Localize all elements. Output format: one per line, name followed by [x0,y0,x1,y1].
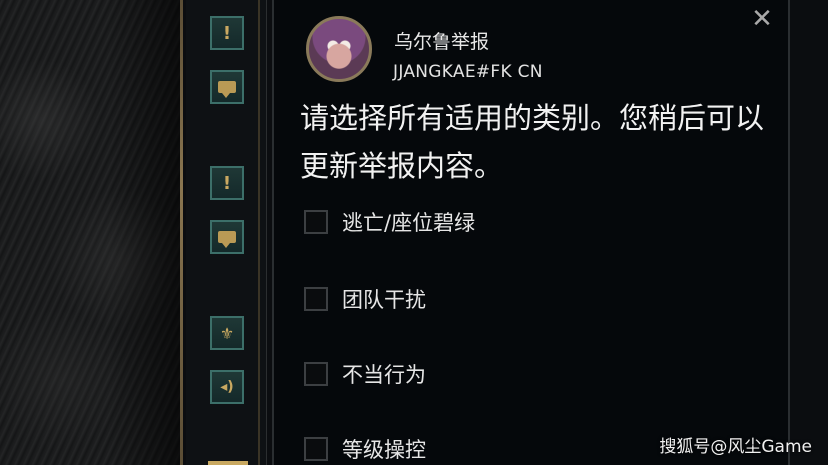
player-avatar [306,16,372,82]
report-button-2[interactable]: ! [210,166,244,200]
checkbox[interactable] [304,437,328,461]
checkbox[interactable] [304,287,328,311]
option-label: 等级操控 [342,438,426,462]
chat-button-1[interactable] [210,70,244,104]
chat-button-2[interactable] [210,220,244,254]
chat-bubble-icon [218,81,236,98]
report-dialog: 乌尔鲁举报 JJANGKAE#FK CN ✕ 请选择所有适用的类别。您稍后可以更… [272,0,790,465]
option-label: 团队干扰 [342,288,426,312]
close-icon: ✕ [751,4,773,34]
option-rank-manipulation[interactable]: 等级操控 [304,434,426,464]
option-misconduct[interactable]: 不当行为 [304,359,426,389]
column-border [258,0,260,465]
honor-icon: ⚜ [219,323,235,343]
option-label: 逃亡/座位碧绿 [342,211,476,235]
reported-player-name: JJANGKAE#FK CN [393,62,543,82]
partial-button [208,461,248,465]
checkbox[interactable] [304,362,328,386]
watermark: 搜狐号@风尘Game [659,437,812,457]
honor-button[interactable]: ⚜ [210,316,244,350]
speaker-icon: ◂) [220,379,234,395]
instruction-text: 请选择所有适用的类别。您稍后可以更新举报内容。 [300,101,765,183]
option-team-disruption[interactable]: 团队干扰 [304,284,426,314]
background-scenery [0,0,180,465]
exclamation-icon: ! [222,172,232,194]
option-label: 不当行为 [342,363,426,387]
side-icon-column: ! ! ⚜ ◂) [186,0,267,465]
chat-bubble-icon [218,231,236,248]
checkbox[interactable] [304,210,328,234]
option-leaving[interactable]: 逃亡/座位碧绿 [304,207,475,237]
report-button-1[interactable]: ! [210,16,244,50]
close-button[interactable]: ✕ [747,4,777,34]
mute-button[interactable]: ◂) [210,370,244,404]
dialog-title: 乌尔鲁举报 [394,31,490,53]
panel-divider [180,0,183,465]
exclamation-icon: ! [222,22,232,44]
